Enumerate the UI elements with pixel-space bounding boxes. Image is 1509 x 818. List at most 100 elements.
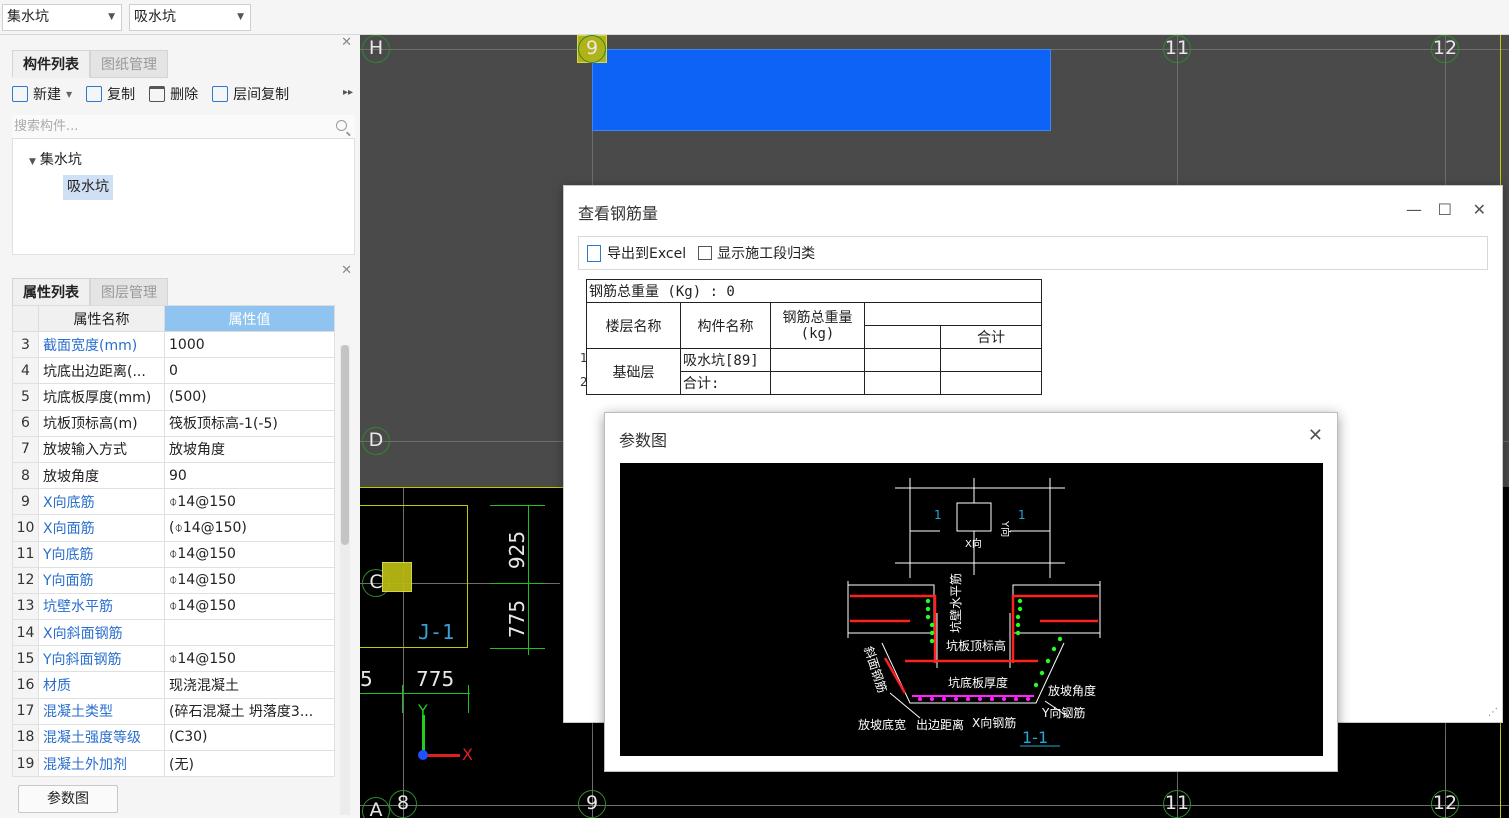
- property-value[interactable]: 放坡角度: [164, 435, 335, 463]
- table-row[interactable]: 9 X向底筋 ⌽14@150: [12, 488, 335, 516]
- table-row[interactable]: 19 混凝土外加剂 (无): [12, 749, 335, 778]
- copy-label: 复制: [107, 87, 136, 103]
- table-row[interactable]: 17 混凝土类型 (碎石混凝土 坍落度3...: [12, 697, 335, 725]
- table-row[interactable]: 10 X向面筋 (⌽14@150): [12, 514, 335, 542]
- close-icon[interactable]: ✕: [1308, 425, 1323, 446]
- property-value[interactable]: (碎石混凝土 坍落度3...: [164, 697, 335, 725]
- row-number: 16: [12, 671, 39, 699]
- close-icon[interactable]: ✕: [341, 35, 352, 50]
- dimension-line: [490, 505, 545, 506]
- minimize-icon[interactable]: —: [1406, 200, 1422, 219]
- table-row[interactable]: 3 截面宽度(mm) 1000: [12, 330, 335, 359]
- dialog-title: 参数图: [619, 431, 668, 450]
- cell-empty: [864, 371, 941, 395]
- row-number: 9: [12, 488, 39, 516]
- tab-drawing-manage[interactable]: 图纸管理: [90, 50, 168, 78]
- left-panel: ✕ 构件列表 图纸管理 新建 ▼ 复制 删除 层间复制 ▸▸ 搜索构件... ▼…: [0, 35, 360, 818]
- label-x-rebar: X向钢筋: [972, 715, 1016, 730]
- component-select[interactable]: 吸水坑 ▼: [129, 4, 251, 31]
- table-row[interactable]: 12 Y向面筋 ⌽14@150: [12, 566, 335, 594]
- tree-root-label: 集水坑: [39, 152, 82, 168]
- table-row[interactable]: 11 Y向底筋 ⌽14@150: [12, 540, 335, 568]
- property-scrollbar[interactable]: [340, 345, 350, 815]
- sump-pit-plan[interactable]: [592, 49, 1051, 131]
- property-value[interactable]: (500): [164, 383, 335, 411]
- axis-label-h: H: [362, 35, 390, 63]
- property-value[interactable]: 1000: [164, 330, 335, 359]
- category-select[interactable]: 集水坑 ▼: [2, 4, 122, 31]
- property-value[interactable]: ⌽14@150: [164, 488, 335, 516]
- x-axis-arrow: [424, 754, 460, 757]
- label-y-rebar: Y向钢筋: [1041, 705, 1085, 720]
- property-value[interactable]: 90: [164, 461, 335, 490]
- dimension-775-vertical: 775: [505, 599, 530, 639]
- dimension-5: 5: [360, 667, 373, 691]
- table-row[interactable]: 5 坑底板厚度(mm) (500): [12, 383, 335, 411]
- property-value[interactable]: ⌽14@150: [164, 592, 335, 621]
- chevron-down-icon: ▼: [66, 89, 73, 99]
- property-name: 坑壁水平筋: [38, 592, 165, 621]
- dimension-tick: [402, 685, 403, 713]
- export-excel-button[interactable]: 导出到Excel: [607, 243, 686, 263]
- property-name: X向面筋: [38, 514, 165, 542]
- param-diagram-button[interactable]: 参数图: [18, 785, 118, 813]
- cell-empty: [940, 348, 1042, 372]
- scrollbar-thumb[interactable]: [341, 345, 349, 545]
- close-icon[interactable]: ✕: [341, 263, 352, 278]
- table-row[interactable]: 16 材质 现浇混凝土: [12, 671, 335, 699]
- copy-button[interactable]: 复制: [86, 84, 135, 104]
- search-icon[interactable]: [336, 120, 347, 131]
- maximize-icon[interactable]: ☐: [1438, 200, 1452, 219]
- tab-component-list[interactable]: 构件列表: [12, 50, 90, 78]
- row-number: 4: [12, 357, 39, 385]
- row-number: 10: [12, 514, 39, 542]
- property-value[interactable]: (C30): [164, 723, 335, 752]
- y-axis-label: Y: [418, 701, 428, 720]
- property-value[interactable]: ⌽14@150: [164, 645, 335, 673]
- tab-property-list[interactable]: 属性列表: [12, 278, 90, 306]
- label-top-elev: 坑板顶标高: [946, 638, 1006, 653]
- grip-handle[interactable]: [382, 562, 412, 592]
- close-icon[interactable]: ✕: [1473, 200, 1486, 219]
- table-row[interactable]: 8 放坡角度 90: [12, 461, 335, 490]
- property-value[interactable]: [164, 619, 335, 647]
- table-row[interactable]: 15 Y向斜面钢筋 ⌽14@150: [12, 645, 335, 673]
- property-name: 坑板顶标高(m): [38, 409, 165, 437]
- delete-button[interactable]: 删除: [149, 84, 198, 104]
- property-value[interactable]: (无): [164, 749, 335, 778]
- dimension-line: [490, 648, 545, 649]
- tree-node-selected[interactable]: 吸水坑: [63, 175, 113, 200]
- search-input[interactable]: 搜索构件...: [12, 115, 355, 139]
- table-row[interactable]: 4 坑底出边距离(... 0: [12, 357, 335, 385]
- section-mark-left: 1: [934, 508, 942, 522]
- property-value[interactable]: ⌽14@150: [164, 566, 335, 594]
- cell-floor: 基础层: [586, 348, 681, 395]
- tab-layer-manage[interactable]: 图层管理: [90, 278, 168, 306]
- new-button[interactable]: 新建 ▼: [12, 84, 72, 104]
- cell-component[interactable]: 吸水坑[89]: [680, 348, 771, 372]
- property-value[interactable]: ⌽14@150: [164, 540, 335, 568]
- tree-node-root[interactable]: ▼ 集水坑: [29, 149, 82, 169]
- table-row[interactable]: 13 坑壁水平筋 ⌽14@150: [12, 592, 335, 621]
- table-row[interactable]: 7 放坡输入方式 放坡角度: [12, 435, 335, 463]
- property-value[interactable]: 0: [164, 357, 335, 385]
- more-icon[interactable]: ▸▸: [343, 87, 353, 98]
- row-number: 19: [12, 749, 39, 778]
- property-name: Y向斜面钢筋: [38, 645, 165, 673]
- table-row[interactable]: 6 坑板顶标高(m) 筏板顶标高-1(-5): [12, 409, 335, 437]
- table-row[interactable]: 14 X向斜面钢筋: [12, 619, 335, 647]
- property-value[interactable]: 现浇混凝土: [164, 671, 335, 699]
- expand-icon[interactable]: ▼: [29, 157, 36, 167]
- cell-empty: [770, 348, 865, 372]
- floor-copy-button[interactable]: 层间复制: [212, 84, 289, 104]
- new-label: 新建: [33, 87, 61, 103]
- stage-group-checkbox[interactable]: [698, 246, 713, 260]
- col-component: 构件名称: [680, 302, 771, 349]
- property-value[interactable]: (⌽14@150): [164, 514, 335, 542]
- export-icon: [587, 244, 601, 262]
- table-row[interactable]: 18 混凝土强度等级 (C30): [12, 723, 335, 752]
- resize-grip-icon[interactable]: ⋰: [1488, 707, 1498, 718]
- property-value[interactable]: 筏板顶标高-1(-5): [164, 409, 335, 437]
- property-name: 材质: [38, 671, 165, 699]
- param-diagram-dialog: 参数图 ✕ 1 1 X向 Y向 坑壁水平筋 坑板顶标高 斜面钢筋 坑底板厚度 放…: [604, 412, 1338, 772]
